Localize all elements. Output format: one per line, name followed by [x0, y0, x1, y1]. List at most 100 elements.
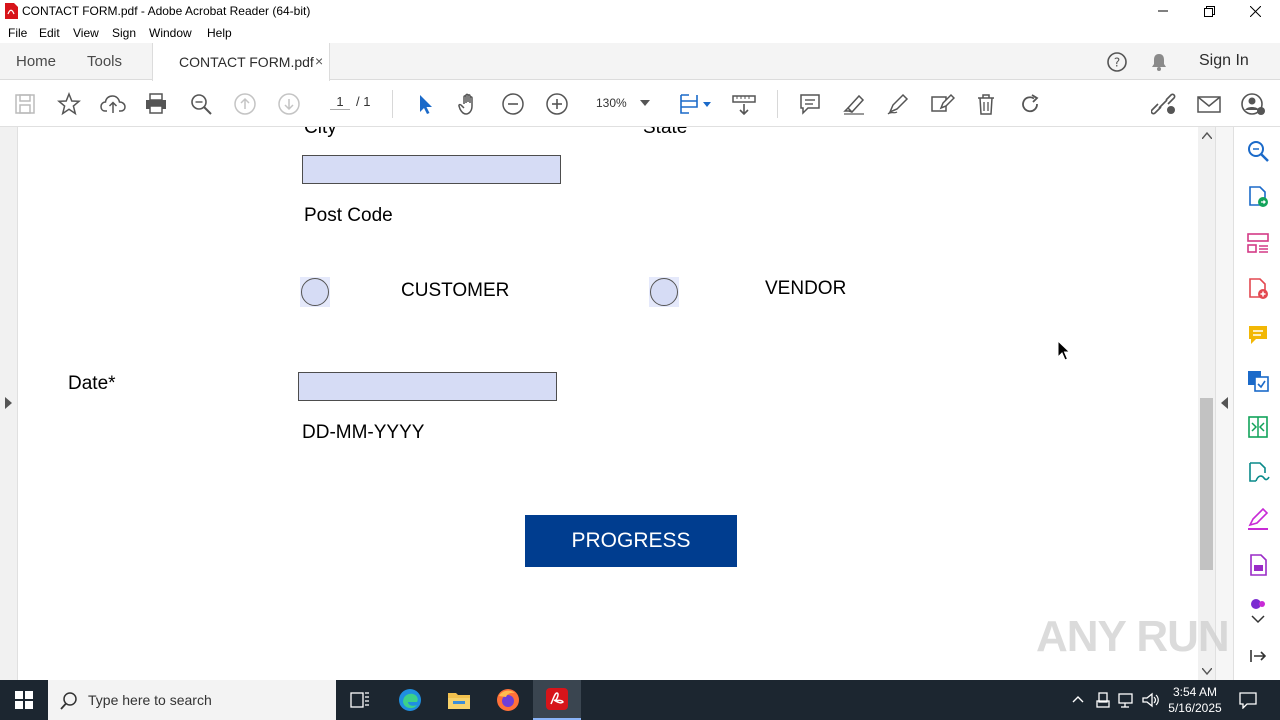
edge-app[interactable] [386, 680, 434, 720]
previous-page-button[interactable] [232, 91, 258, 117]
zoom-in-button[interactable] [544, 91, 570, 117]
page-total: / 1 [356, 94, 371, 109]
firefox-app[interactable] [484, 680, 532, 720]
file-explorer-app[interactable] [435, 680, 483, 720]
scroll-mode-button[interactable] [731, 91, 757, 117]
bookmark-button[interactable] [56, 91, 82, 117]
minus-circle-icon [502, 93, 524, 115]
fill-sign-tool[interactable] [1246, 461, 1270, 485]
cloud-upload-icon [100, 95, 126, 113]
progress-button[interactable]: PROGRESS [525, 515, 737, 567]
more-tool[interactable] [1246, 597, 1270, 611]
more-tools-icon [1251, 599, 1265, 609]
compress-icon [1248, 416, 1268, 438]
tab-tools[interactable]: Tools [87, 43, 122, 80]
edge-icon [399, 689, 421, 711]
post-code-field[interactable] [302, 155, 561, 184]
notification-center-icon[interactable] [1239, 691, 1257, 709]
export-pdf-icon [1249, 186, 1268, 207]
comment-tool[interactable] [1246, 323, 1270, 347]
scroll-up-arrow-icon[interactable] [1202, 132, 1212, 139]
menu-help[interactable]: Help [207, 26, 232, 40]
draw-button[interactable] [885, 91, 911, 117]
organize-pages-tool[interactable] [1246, 231, 1270, 255]
print-button[interactable] [143, 91, 169, 117]
comment-tool-icon [1249, 326, 1267, 344]
hand-tool-button[interactable] [456, 91, 482, 117]
trash-icon [978, 94, 994, 115]
comment-button[interactable] [797, 91, 823, 117]
acrobat-app[interactable] [533, 680, 581, 720]
acrobat-taskbar-icon [546, 688, 568, 710]
share-user-button[interactable] [1240, 91, 1266, 117]
rotate-button[interactable] [1017, 91, 1043, 117]
cursor-arrow-icon [420, 95, 432, 114]
close-window-button[interactable] [1232, 0, 1278, 22]
scroll-down-arrow-icon[interactable] [1202, 668, 1212, 675]
start-button[interactable] [0, 680, 48, 720]
zoom-select[interactable]: 130% [588, 90, 656, 116]
help-icon[interactable]: ? [1106, 51, 1128, 73]
edit-button[interactable] [929, 91, 955, 117]
compress-tool[interactable] [1246, 415, 1270, 439]
menu-sign[interactable]: Sign [112, 26, 136, 40]
left-panel-toggle[interactable] [0, 127, 18, 680]
tab-close-icon[interactable]: × [315, 53, 323, 69]
delete-button[interactable] [973, 91, 999, 117]
scrollbar-thumb[interactable] [1200, 398, 1213, 570]
vendor-radio[interactable] [650, 278, 678, 306]
menu-file[interactable]: File [8, 26, 27, 40]
network-icon[interactable] [1118, 692, 1134, 708]
share-link-button[interactable] [1151, 91, 1177, 117]
rotate-icon [1022, 94, 1039, 113]
minimize-icon [1158, 10, 1168, 12]
page-number-input[interactable]: 1 [330, 94, 350, 110]
menu-bar: File Edit View Sign Window Help [0, 22, 1280, 43]
upload-button[interactable] [100, 91, 126, 117]
window-title: CONTACT FORM.pdf - Adobe Acrobat Reader … [22, 4, 311, 18]
system-clock[interactable]: 3:54 AM 5/16/2025 [1160, 684, 1230, 716]
sign-tool[interactable] [1246, 507, 1270, 531]
menu-window[interactable]: Window [149, 26, 192, 40]
search-zoom-icon [191, 94, 212, 115]
search-tool[interactable] [1246, 139, 1270, 163]
title-bar: CONTACT FORM.pdf - Adobe Acrobat Reader … [0, 0, 1280, 22]
folder-icon [448, 693, 470, 709]
usb-device-icon[interactable] [1096, 692, 1110, 708]
save-button[interactable] [12, 91, 38, 117]
pdf-page: City State Post Code CUSTOMER VENDOR Dat… [18, 127, 1198, 680]
taskbar-search[interactable]: Type here to search [48, 680, 336, 720]
scroll-down-icon [732, 95, 756, 116]
find-button[interactable] [188, 91, 214, 117]
date-field[interactable] [298, 372, 557, 401]
volume-icon[interactable] [1142, 692, 1160, 708]
convert-tool[interactable] [1246, 369, 1270, 393]
highlight-button[interactable] [841, 91, 867, 117]
email-button[interactable] [1196, 91, 1222, 117]
right-pane-toggle[interactable] [1215, 127, 1233, 680]
create-pdf-tool[interactable] [1246, 277, 1270, 301]
create-pdf-icon [1249, 278, 1268, 299]
customer-radio[interactable] [301, 278, 329, 306]
next-page-button[interactable] [276, 91, 302, 117]
menu-view[interactable]: View [73, 26, 99, 40]
tab-document[interactable]: CONTACT FORM.pdf × [152, 43, 330, 81]
tray-chevron-up-icon[interactable] [1072, 695, 1084, 703]
tab-document-label: CONTACT FORM.pdf [179, 54, 314, 70]
sign-in-link[interactable]: Sign In [1199, 52, 1249, 70]
collapse-pane-icon[interactable] [1250, 649, 1266, 663]
export-pdf-tool[interactable] [1246, 185, 1270, 209]
select-tool-button[interactable] [412, 91, 438, 117]
restore-button[interactable] [1186, 0, 1232, 22]
zoom-out-button[interactable] [500, 91, 526, 117]
notification-bell-icon[interactable] [1149, 52, 1169, 72]
toolbar-divider [777, 90, 778, 118]
page-display-button[interactable] [677, 91, 713, 117]
pane-chevron-down-icon[interactable] [1251, 615, 1265, 624]
protect-tool[interactable] [1246, 553, 1270, 577]
highlighter-icon [843, 94, 865, 115]
menu-edit[interactable]: Edit [39, 26, 60, 40]
task-view-button[interactable] [336, 680, 384, 720]
minimize-button[interactable] [1140, 0, 1186, 22]
tab-home[interactable]: Home [16, 43, 56, 80]
